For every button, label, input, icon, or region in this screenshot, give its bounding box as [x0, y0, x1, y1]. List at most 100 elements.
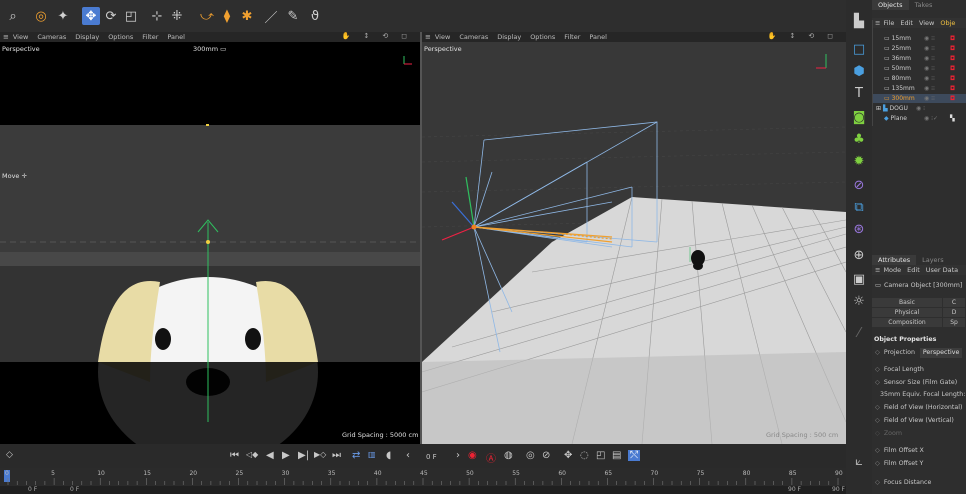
prev-key-icon[interactable]: ◁◆	[246, 450, 258, 459]
tag-icon[interactable]: ◘	[950, 45, 955, 52]
attr-tab-details[interactable]: D	[943, 308, 965, 317]
maximize-icon[interactable]: ◻	[401, 32, 407, 42]
record-icon[interactable]: ◉	[468, 450, 477, 461]
tag-icon[interactable]: ◘	[950, 95, 955, 102]
render-view-icon[interactable]: ⧫	[218, 7, 236, 25]
next-frame-icon[interactable]: ▶|	[298, 450, 309, 461]
object-row-300mm[interactable]: ▭ 300mm ◉ ⁝⁝ ◘	[872, 94, 966, 103]
object-flags[interactable]: ◉ ⁝	[916, 105, 942, 112]
vp-menu-filter[interactable]: Filter	[564, 33, 580, 41]
vp-menu-panel[interactable]: Panel	[167, 33, 185, 41]
spline-tool-icon[interactable]: ϑ	[306, 7, 324, 25]
attr-tab-coord[interactable]: C	[943, 298, 965, 307]
right-viewport[interactable]: Perspective Grid Spacing : 500 cm	[422, 42, 846, 444]
dolly-icon[interactable]: ↕	[789, 32, 795, 42]
attributes-menu-userdata[interactable]: User Data	[926, 266, 958, 274]
material-tag-icon[interactable]: ▚	[950, 115, 955, 122]
vp-menu-options[interactable]: Options	[108, 33, 133, 41]
rotate-tool-icon[interactable]: ⟳	[102, 7, 120, 25]
range-end-handle[interactable]: 90 F	[788, 486, 801, 493]
pan-hand-icon[interactable]: ✋	[342, 32, 351, 42]
camera-icon[interactable]: ▣	[850, 270, 868, 288]
next-key-icon[interactable]: ▶◇	[314, 450, 326, 459]
object-row-plane[interactable]: ◆ Plane ◉ ⁝✓ ▚	[872, 114, 966, 123]
maximize-icon[interactable]: ◻	[827, 32, 833, 42]
live-selection-icon[interactable]: ◎	[32, 7, 50, 25]
object-flags[interactable]: ◉ ⁝⁝	[924, 35, 950, 42]
orbit-icon[interactable]: ⟲	[382, 32, 388, 42]
object-flags[interactable]: ◉ ⁝⁝	[924, 75, 950, 82]
field-film-offset-y[interactable]: ◇ Film Offset Y	[872, 458, 966, 469]
attr-tab-physical[interactable]: Physical	[872, 308, 942, 317]
keyframe-diamond-icon[interactable]: ◇	[875, 447, 880, 454]
tab-objects[interactable]: Objects	[872, 0, 909, 10]
cube-icon[interactable]: ⬢	[850, 62, 868, 80]
auto-key-icon[interactable]: Ⓐ	[486, 450, 496, 465]
cube-outline-icon[interactable]: □	[850, 40, 868, 58]
tab-takes[interactable]: Takes	[909, 0, 939, 10]
objects-menu-file[interactable]: File	[883, 19, 894, 27]
render-region-icon[interactable]: ⤻	[198, 7, 216, 25]
keyframe-diamond-icon[interactable]: ◇	[875, 404, 880, 411]
environment-icon[interactable]: ⊕	[850, 246, 868, 264]
vp-menu-view[interactable]: View	[435, 33, 450, 41]
left-viewport[interactable]: Perspective 300mm ▭ Move ✛ Grid Spacing …	[0, 42, 420, 444]
search-icon[interactable]: ⌕	[4, 7, 22, 25]
tag-icon[interactable]: ◘	[950, 75, 955, 82]
vp-menu-cameras[interactable]: Cameras	[459, 33, 488, 41]
playback-mode-icon[interactable]: ▥	[368, 450, 376, 459]
deformer-icon[interactable]: ✹	[850, 152, 868, 170]
tab-attributes[interactable]: Attributes	[872, 255, 917, 265]
field-film-offset-x[interactable]: ◇ Film Offset X	[872, 445, 966, 456]
keyframe-diamond-icon[interactable]: ◇	[875, 366, 880, 373]
objects-menu-view[interactable]: View	[919, 19, 934, 27]
key-rotation-icon[interactable]: ⊘	[542, 450, 550, 461]
object-flags[interactable]: ◉ ⁝⁝	[924, 95, 950, 102]
keyframe-diamond-icon[interactable]: ◇	[875, 379, 880, 386]
field-focus-distance[interactable]: ◇ Focus Distance	[872, 477, 966, 488]
vp-menu-cameras[interactable]: Cameras	[37, 33, 66, 41]
key-param-icon[interactable]: ◌	[580, 450, 589, 461]
menu-hamburger-icon[interactable]: ≡	[3, 33, 9, 41]
range-start-field[interactable]: 0 F	[28, 486, 37, 493]
keyframe-diamond-icon[interactable]: ◇	[6, 450, 13, 460]
vp-menu-display[interactable]: Display	[75, 33, 99, 41]
object-row-15mm[interactable]: ▭ 15mm ◉ ⁝⁝ ◘	[872, 34, 966, 43]
generator-icon[interactable]: ◙	[850, 108, 868, 126]
menu-hamburger-icon[interactable]: ≡	[875, 19, 880, 27]
objects-menu-edit[interactable]: Edit	[900, 19, 913, 27]
mograph-icon[interactable]: ⊛	[850, 220, 868, 238]
sound-icon[interactable]: ◖	[386, 450, 391, 461]
field-fov-horizontal[interactable]: ◇ Field of View (Horizontal)	[872, 402, 966, 413]
gizmo-center[interactable]	[206, 240, 210, 244]
keyframe-diamond-icon[interactable]: ◇	[875, 479, 880, 486]
object-flags[interactable]: ◉ ⁝⁝	[924, 85, 950, 92]
expand-icon[interactable]: ⊞	[876, 105, 881, 112]
dolly-icon[interactable]: ↕	[363, 32, 369, 42]
snap-icon[interactable]: ⁜	[168, 7, 186, 25]
menu-hamburger-icon[interactable]: ≡	[875, 266, 880, 274]
key-mode-icon[interactable]: ⤲	[628, 450, 640, 461]
field-sensor-size[interactable]: ◇ Sensor Size (Film Gate)	[872, 377, 966, 388]
tag-icon[interactable]: ◘	[950, 65, 955, 72]
object-row-36mm[interactable]: ▭ 36mm ◉ ⁝⁝ ◘	[872, 54, 966, 63]
tag-icon[interactable]: ◘	[950, 35, 955, 42]
prev-frame-icon[interactable]: ◀	[266, 450, 274, 461]
tag-icon[interactable]: ◘	[950, 55, 955, 62]
range-end-field[interactable]: 90 F	[832, 486, 845, 493]
current-frame-field[interactable]: 0 F	[426, 453, 437, 461]
vp-menu-options[interactable]: Options	[530, 33, 555, 41]
keyframe-diamond-icon[interactable]: ◇	[875, 460, 880, 467]
scene-icon[interactable]: ⧉	[850, 198, 868, 216]
key-position-icon[interactable]: ◎	[526, 450, 535, 461]
object-flags[interactable]: ◉ ⁝⁝	[924, 45, 950, 52]
key-pla-icon[interactable]: ◰	[596, 450, 605, 461]
scale-tool-icon[interactable]: ◰	[122, 7, 140, 25]
vp-menu-display[interactable]: Display	[497, 33, 521, 41]
frame-prev-chevron-icon[interactable]: ‹	[406, 450, 410, 461]
object-row-50mm[interactable]: ▭ 50mm ◉ ⁝⁝ ◘	[872, 64, 966, 73]
keyframe-diamond-icon[interactable]: ◇	[875, 417, 880, 424]
object-flags[interactable]: ◉ ⁝✓	[924, 115, 950, 122]
field-icon[interactable]: ⊘	[850, 176, 868, 194]
go-to-start-icon[interactable]: ⏮	[230, 450, 239, 461]
